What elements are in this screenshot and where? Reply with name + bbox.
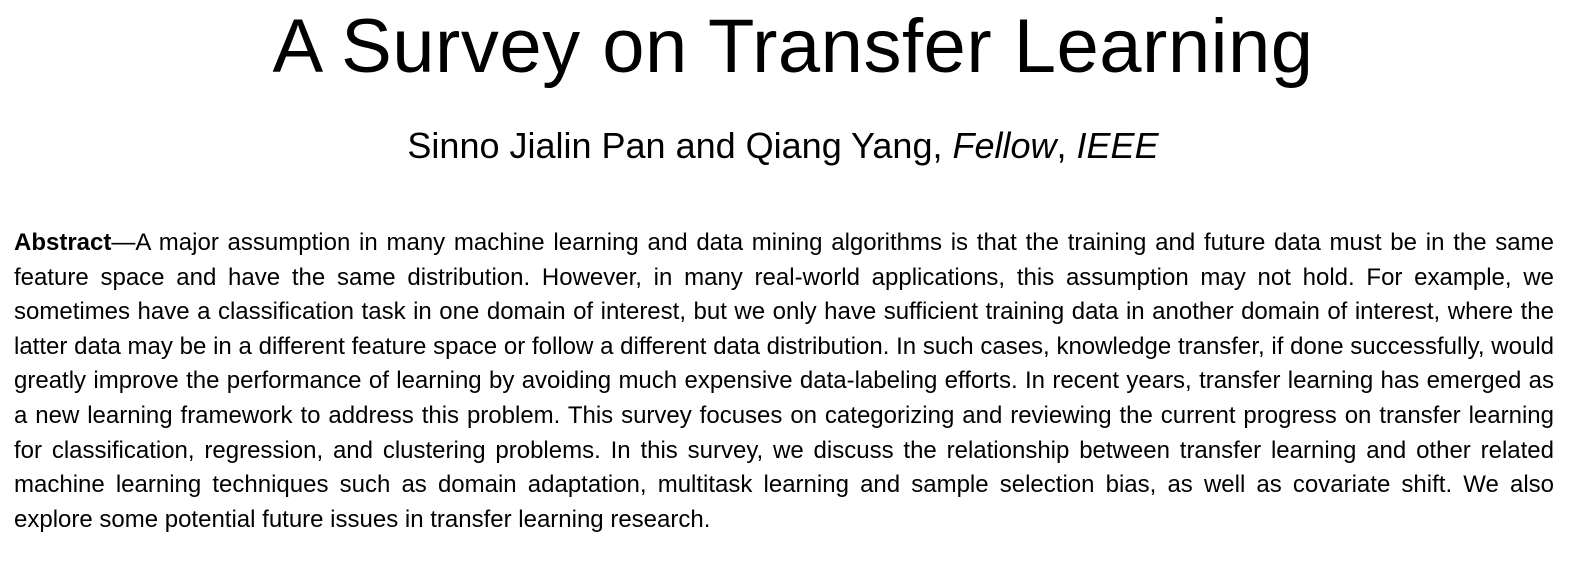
abstract-text: A major assumption in many machine learn… (14, 229, 1554, 533)
author-suffix-separator: , (1056, 125, 1067, 166)
author-society: IEEE (1076, 125, 1159, 166)
author-names: Sinno Jialin Pan and Qiang Yang, (407, 125, 943, 166)
author-membership-grade: Fellow (952, 125, 1057, 166)
paper-authors: Sinno Jialin Pan and Qiang Yang, Fellow,… (0, 124, 1566, 168)
abstract-label: Abstract (14, 229, 112, 256)
abstract-dash: — (111, 229, 136, 256)
paper-page: A Survey on Transfer Learning Sinno Jial… (0, 0, 1586, 584)
paper-title: A Survey on Transfer Learning (272, 4, 1314, 89)
abstract-paragraph: Abstract—A major assumption in many mach… (14, 226, 1554, 537)
